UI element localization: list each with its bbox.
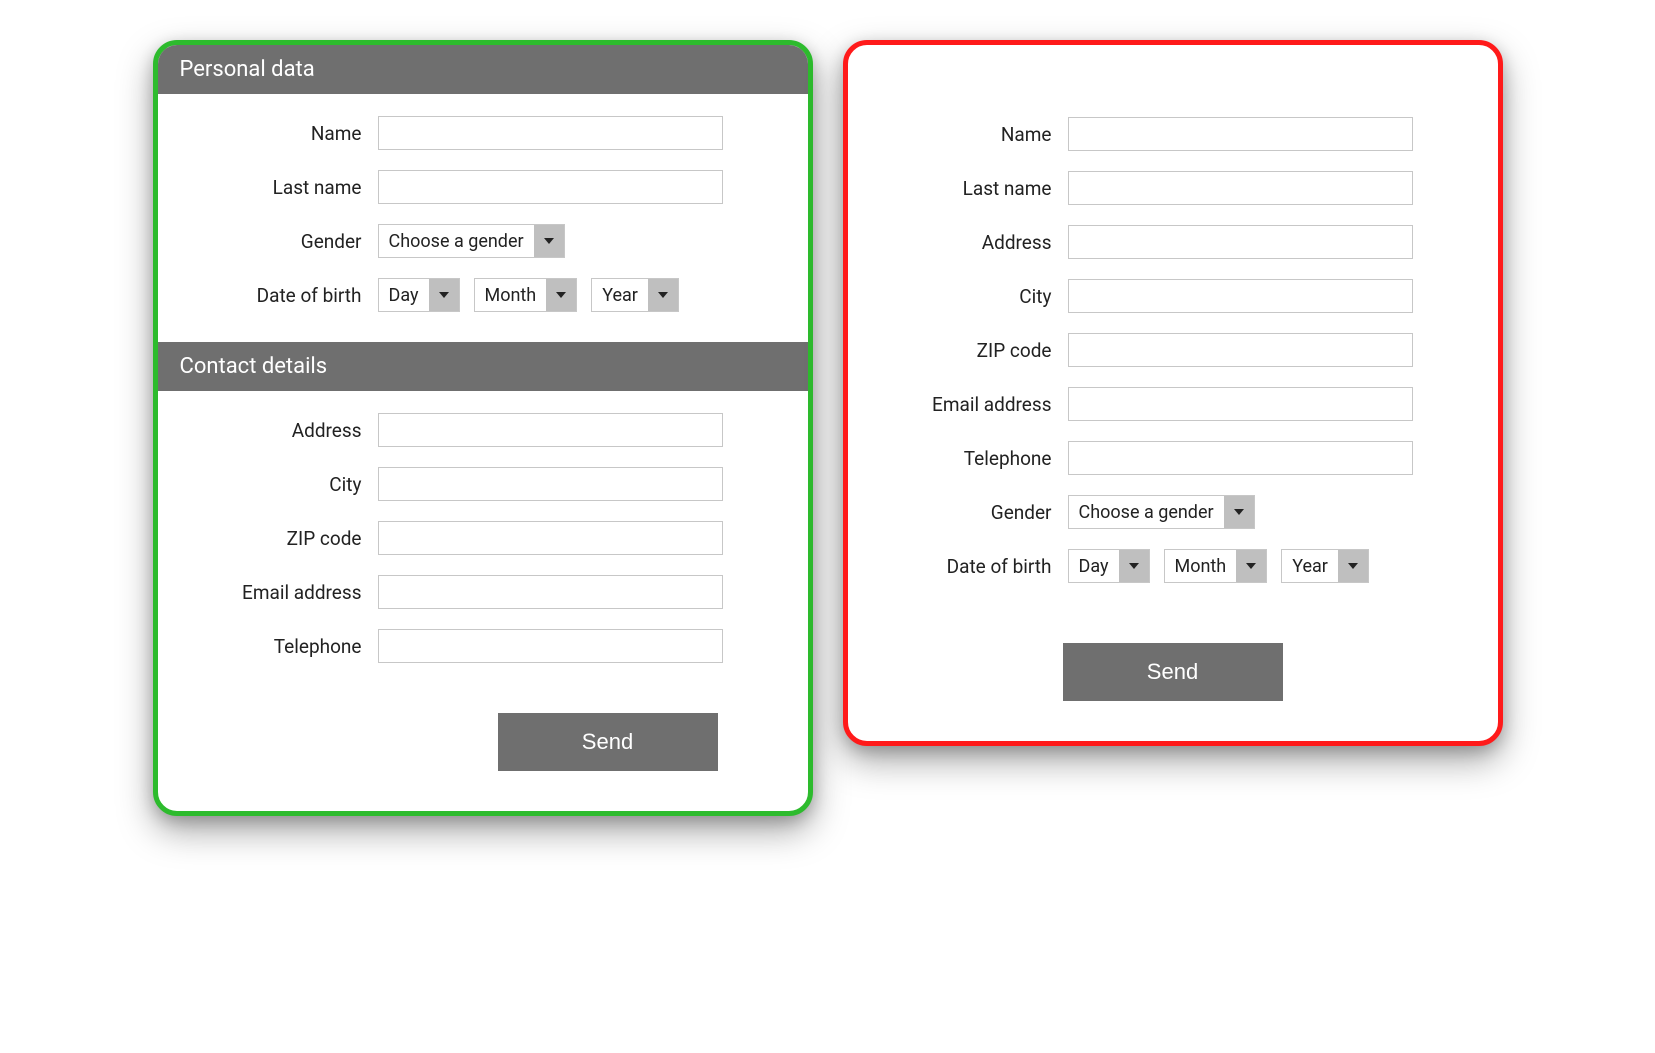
input-zip[interactable] bbox=[378, 521, 723, 555]
row-lastname: Last name bbox=[198, 170, 768, 204]
section-header-contact: Contact details bbox=[158, 342, 808, 391]
chevron-down-icon bbox=[1224, 496, 1254, 528]
label-email: Email address bbox=[888, 393, 1068, 416]
select-year[interactable]: Year bbox=[1281, 549, 1369, 583]
chevron-down-icon bbox=[648, 279, 678, 311]
chevron-down-icon bbox=[1338, 550, 1368, 582]
label-dob: Date of birth bbox=[198, 284, 378, 307]
select-gender-text: Choose a gender bbox=[379, 231, 534, 252]
input-telephone[interactable] bbox=[1068, 441, 1413, 475]
dob-selects: Day Month Year bbox=[1068, 549, 1383, 583]
select-day-text: Day bbox=[1069, 556, 1119, 577]
label-name: Name bbox=[888, 123, 1068, 146]
label-lastname: Last name bbox=[888, 177, 1068, 200]
row-zip: ZIP code bbox=[198, 521, 768, 555]
row-telephone: Telephone bbox=[198, 629, 768, 663]
label-gender: Gender bbox=[198, 230, 378, 253]
row-zip: ZIP code bbox=[888, 333, 1458, 367]
button-row: Send bbox=[158, 693, 808, 781]
input-address[interactable] bbox=[1068, 225, 1413, 259]
row-city: City bbox=[198, 467, 768, 501]
select-month-text: Month bbox=[1165, 556, 1237, 577]
input-email[interactable] bbox=[1068, 387, 1413, 421]
chevron-down-icon bbox=[429, 279, 459, 311]
label-dob: Date of birth bbox=[888, 555, 1068, 578]
input-telephone[interactable] bbox=[378, 629, 723, 663]
select-day[interactable]: Day bbox=[378, 278, 460, 312]
dob-selects: Day Month Year bbox=[378, 278, 693, 312]
row-name: Name bbox=[198, 116, 768, 150]
select-year-text: Year bbox=[1282, 556, 1338, 577]
chevron-down-icon bbox=[1119, 550, 1149, 582]
chevron-down-icon bbox=[1236, 550, 1266, 582]
input-city[interactable] bbox=[378, 467, 723, 501]
label-lastname: Last name bbox=[198, 176, 378, 199]
send-button[interactable]: Send bbox=[1063, 643, 1283, 701]
select-month[interactable]: Month bbox=[1164, 549, 1268, 583]
row-address: Address bbox=[888, 225, 1458, 259]
row-dob: Date of birth Day Month Year bbox=[888, 549, 1458, 583]
row-email: Email address bbox=[888, 387, 1458, 421]
row-name: Name bbox=[888, 117, 1458, 151]
label-address: Address bbox=[888, 231, 1068, 254]
section-header-personal: Personal data bbox=[158, 45, 808, 94]
select-month[interactable]: Month bbox=[474, 278, 578, 312]
row-gender: Gender Choose a gender bbox=[198, 224, 768, 258]
input-address[interactable] bbox=[378, 413, 723, 447]
bad-form-body: Name Last name Address City ZIP code Ema… bbox=[848, 95, 1498, 613]
row-address: Address bbox=[198, 413, 768, 447]
label-gender: Gender bbox=[888, 501, 1068, 524]
select-gender[interactable]: Choose a gender bbox=[378, 224, 565, 258]
section-title: Personal data bbox=[180, 57, 315, 82]
label-name: Name bbox=[198, 122, 378, 145]
input-zip[interactable] bbox=[1068, 333, 1413, 367]
label-telephone: Telephone bbox=[888, 447, 1068, 470]
select-day[interactable]: Day bbox=[1068, 549, 1150, 583]
row-telephone: Telephone bbox=[888, 441, 1458, 475]
select-day-text: Day bbox=[379, 285, 429, 306]
input-city[interactable] bbox=[1068, 279, 1413, 313]
section-title: Contact details bbox=[180, 354, 328, 379]
row-gender: Gender Choose a gender bbox=[888, 495, 1458, 529]
select-gender-text: Choose a gender bbox=[1069, 502, 1224, 523]
select-year[interactable]: Year bbox=[591, 278, 679, 312]
select-year-text: Year bbox=[592, 285, 648, 306]
input-lastname[interactable] bbox=[378, 170, 723, 204]
label-address: Address bbox=[198, 419, 378, 442]
label-zip: ZIP code bbox=[198, 527, 378, 550]
send-button[interactable]: Send bbox=[498, 713, 718, 771]
label-zip: ZIP code bbox=[888, 339, 1068, 362]
select-month-text: Month bbox=[475, 285, 547, 306]
contact-details-body: Address City ZIP code Email address Tele… bbox=[158, 391, 808, 693]
label-email: Email address bbox=[198, 581, 378, 604]
row-dob: Date of birth Day Month Year bbox=[198, 278, 768, 312]
label-city: City bbox=[888, 285, 1068, 308]
input-name[interactable] bbox=[1068, 117, 1413, 151]
label-telephone: Telephone bbox=[198, 635, 378, 658]
personal-data-body: Name Last name Gender Choose a gender Da… bbox=[158, 94, 808, 342]
row-lastname: Last name bbox=[888, 171, 1458, 205]
row-city: City bbox=[888, 279, 1458, 313]
row-email: Email address bbox=[198, 575, 768, 609]
input-email[interactable] bbox=[378, 575, 723, 609]
select-gender[interactable]: Choose a gender bbox=[1068, 495, 1255, 529]
chevron-down-icon bbox=[546, 279, 576, 311]
label-city: City bbox=[198, 473, 378, 496]
good-form-card: Personal data Name Last name Gender Choo… bbox=[153, 40, 813, 816]
input-lastname[interactable] bbox=[1068, 171, 1413, 205]
bad-form-card: Name Last name Address City ZIP code Ema… bbox=[843, 40, 1503, 746]
button-row: Send bbox=[848, 613, 1498, 711]
chevron-down-icon bbox=[534, 225, 564, 257]
input-name[interactable] bbox=[378, 116, 723, 150]
